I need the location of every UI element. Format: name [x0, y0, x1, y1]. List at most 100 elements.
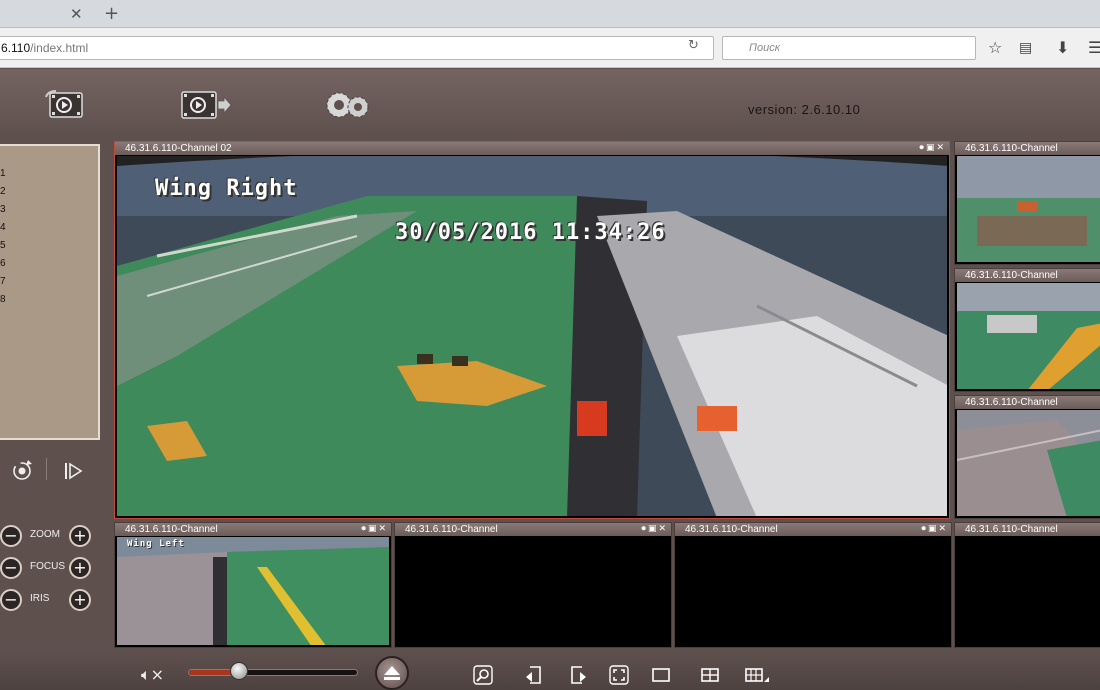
eject-button[interactable] — [375, 656, 409, 690]
zoom-control: − ZOOM + — [0, 523, 110, 549]
deck-thumbnail — [957, 410, 1100, 516]
pane-title: 46.31.6.110-Channel — [395, 523, 671, 536]
zoom-in-button[interactable]: + — [69, 525, 91, 547]
close-icon[interactable]: ✕ — [938, 524, 948, 534]
osd-camera-label: Wing Left — [127, 539, 185, 549]
browser-navbar: 6.110/index.html ↻ Поиск ☆ ▤ ⬇ ☰ — [0, 28, 1100, 68]
bookmark-star-icon[interactable]: ☆ — [988, 38, 1002, 57]
video-feed[interactable] — [957, 283, 1100, 389]
browser-tabbar: ✕ + — [0, 0, 1100, 28]
pane-title: 46.31.6.110-Channel 02 — [115, 142, 949, 155]
pane-title: 46.31.6.110-Channel — [955, 142, 1100, 155]
iris-plus-button[interactable]: + — [69, 589, 91, 611]
zoom-label: ZOOM — [30, 529, 60, 540]
url-input[interactable]: 6.110/index.html — [0, 36, 714, 60]
pane-title-text: 46.31.6.110-Channel — [125, 524, 218, 535]
search-input[interactable]: Поиск — [722, 36, 976, 60]
pane-title: 46.31.6.110-Channel — [115, 523, 391, 536]
layout-more-icon[interactable] — [744, 665, 770, 685]
menu-icon[interactable]: ☰ — [1088, 38, 1100, 57]
osd-camera-label: Wing Right — [155, 176, 298, 201]
pane-title: 46.31.6.110-Channel — [955, 523, 1100, 536]
pane-title-text: 46.31.6.110-Channel — [965, 524, 1058, 535]
record-film-icon[interactable] — [180, 87, 232, 123]
close-icon[interactable]: ✕ — [658, 524, 668, 534]
video-feed[interactable]: Wing Right 30/05/2016 11:34:26 — [117, 156, 947, 516]
volume-handle[interactable] — [230, 662, 248, 680]
video-feed[interactable]: Wing Left — [117, 537, 389, 645]
pane-controls: ⏺▣✕ — [641, 523, 668, 536]
download-icon[interactable]: ⬇ — [1056, 38, 1069, 57]
pane-title: 46.31.6.110-Channel — [955, 269, 1100, 282]
deck-thumbnail — [957, 156, 1100, 262]
layout-1-icon[interactable] — [651, 665, 671, 685]
snapshot-icon[interactable]: ▣ — [648, 524, 659, 534]
pane-controls: ⏺▣✕ — [919, 142, 946, 155]
camera-list[interactable]: 1 2 3 4 5 6 7 8 — [0, 144, 100, 440]
prev-icon[interactable] — [524, 665, 544, 685]
playback-film-icon[interactable] — [44, 87, 88, 123]
video-feed[interactable] — [957, 410, 1100, 516]
focus-control: − FOCUS + — [0, 555, 110, 581]
reading-list-icon[interactable]: ▤ — [1019, 40, 1032, 56]
iris-minus-button[interactable]: − — [0, 589, 22, 611]
camera-list-item[interactable]: 7 — [0, 276, 6, 294]
snapshot-icon[interactable]: ▣ — [368, 524, 379, 534]
layout-4-icon[interactable] — [700, 665, 720, 685]
iris-control: − IRIS + — [0, 587, 110, 613]
pane-controls: ⏺▣✕ — [921, 523, 948, 536]
camera-list-item[interactable]: 6 — [0, 258, 6, 276]
pane-title-text: 46.31.6.110-Channel — [405, 524, 498, 535]
bottom-toolbar — [0, 650, 1100, 690]
mute-icon[interactable]: 🔈︎× — [141, 665, 164, 685]
ptz-preset-icon[interactable] — [62, 460, 84, 482]
focus-minus-button[interactable]: − — [0, 557, 22, 579]
video-pane-bottom-1[interactable]: 46.31.6.110-Channel ⏺▣✕ Wing Left — [114, 522, 392, 648]
video-pane-side-3[interactable]: 46.31.6.110-Channel — [954, 395, 1100, 519]
video-pane-bottom-2[interactable]: 46.31.6.110-Channel ⏺▣✕ — [394, 522, 672, 648]
camera-list-item[interactable]: 1 — [0, 168, 6, 186]
ptz-divider — [46, 458, 47, 480]
reload-icon[interactable]: ↻ — [688, 38, 699, 53]
video-pane-side-1[interactable]: 46.31.6.110-Channel — [954, 141, 1100, 265]
url-host: 6.110 — [1, 41, 31, 55]
pane-controls: ⏺▣✕ — [361, 523, 388, 536]
camera-list-item[interactable]: 3 — [0, 204, 6, 222]
tab-close-icon[interactable]: ✕ — [70, 5, 83, 23]
video-pane-bottom-3[interactable]: 46.31.6.110-Channel ⏺▣✕ — [674, 522, 952, 648]
focus-label: FOCUS — [30, 561, 65, 572]
close-icon[interactable]: ✕ — [378, 524, 388, 534]
video-pane-bottom-4[interactable]: 46.31.6.110-Channel — [954, 522, 1100, 648]
snapshot-icon[interactable]: ▣ — [928, 524, 939, 534]
settings-gears-icon[interactable] — [322, 87, 372, 123]
camera-list-item[interactable]: 5 — [0, 240, 6, 258]
volume-slider[interactable] — [188, 669, 358, 676]
ptz-icon-row — [0, 452, 110, 488]
pane-title-text: 46.31.6.110-Channel — [965, 397, 1058, 408]
app-header: version: 2.6.10.10 — [0, 69, 1100, 137]
snapshot-icon[interactable]: ▣ — [926, 143, 937, 153]
next-icon[interactable] — [568, 665, 588, 685]
video-pane-side-2[interactable]: 46.31.6.110-Channel — [954, 268, 1100, 392]
pane-title-text: 46.31.6.110-Channel — [685, 524, 778, 535]
camera-list-item[interactable]: 4 — [0, 222, 6, 240]
video-feed[interactable] — [957, 156, 1100, 262]
new-tab-icon[interactable]: + — [104, 3, 119, 24]
version-label: version: 2.6.10.10 — [748, 102, 861, 117]
camera-list-item[interactable]: 2 — [0, 186, 6, 204]
close-icon[interactable]: ✕ — [936, 143, 946, 153]
deck-thumbnail — [117, 537, 389, 645]
focus-plus-button[interactable]: + — [69, 557, 91, 579]
video-pane-main[interactable]: 46.31.6.110-Channel 02 ⏺▣✕ Wing Right 30… — [114, 141, 950, 519]
pane-title-text: 46.31.6.110-Channel — [965, 270, 1058, 281]
camera-list-item[interactable]: 8 — [0, 294, 6, 312]
camera-rotate-icon[interactable] — [10, 458, 34, 482]
pane-title-text: 46.31.6.110-Channel 02 — [125, 143, 232, 154]
search-zoom-icon[interactable] — [473, 665, 493, 685]
pane-title: 46.31.6.110-Channel — [955, 396, 1100, 409]
fullscreen-icon[interactable] — [609, 665, 629, 685]
pane-title: 46.31.6.110-Channel — [675, 523, 951, 536]
eject-icon — [384, 666, 400, 680]
iris-label: IRIS — [30, 593, 50, 604]
zoom-out-button[interactable]: − — [0, 525, 22, 547]
